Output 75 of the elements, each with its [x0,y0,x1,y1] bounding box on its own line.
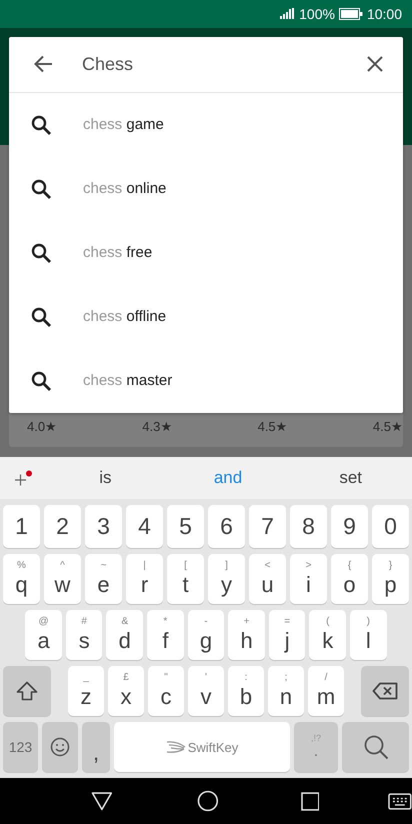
comma-key[interactable]: , [82,722,110,772]
key[interactable]: 8 [290,505,327,548]
key[interactable]: ' v [188,666,224,716]
suggestion-item[interactable]: chess online [9,156,403,221]
suggestion-item[interactable]: chess free [9,220,403,285]
close-icon[interactable] [367,56,383,72]
key[interactable]: " c [148,666,184,716]
battery-percent: 100% [299,6,335,22]
rating: 4.5★ [258,419,289,434]
key[interactable]: < u [249,554,286,604]
key[interactable]: } p [372,554,409,604]
shift-icon [16,681,38,702]
key[interactable]: ( k [309,610,346,660]
search-key[interactable] [342,722,409,772]
backspace-icon [372,682,398,700]
rating: 4.0★ [27,419,58,434]
key[interactable]: : b [228,666,264,716]
key[interactable]: > i [290,554,327,604]
keyboard-icon[interactable] [388,792,412,810]
key[interactable]: 0 [372,505,409,548]
backspace-key[interactable] [361,666,409,716]
search-field[interactable]: Chess [82,54,367,75]
key[interactable]: # s [66,610,102,660]
search-icon [31,242,51,263]
key[interactable]: 3 [85,505,122,548]
space-key[interactable]: SwiftKey [114,722,290,772]
home-icon[interactable] [196,790,218,812]
rating: 4.3★ [142,419,174,434]
suggestion-item[interactable]: chess offline [9,284,403,349]
key[interactable]: ; n [268,666,304,716]
key[interactable]: 4 [126,505,163,548]
key[interactable]: * f [147,610,184,660]
swiftkey-logo-icon [166,740,186,754]
key[interactable]: 2 [44,505,81,548]
search-icon [31,370,51,391]
key[interactable]: 5 [167,505,204,548]
key[interactable]: / m [308,666,344,716]
recents-icon[interactable] [300,792,320,811]
smiley-icon [50,737,70,758]
key[interactable]: £ x [108,666,144,716]
prediction[interactable]: set [289,468,412,488]
search-icon [31,306,51,327]
key[interactable]: - g [188,610,224,660]
emoji-key[interactable] [42,722,78,772]
key[interactable]: % q [3,554,40,604]
signal-icon [280,8,294,20]
rating: 4.5★ [372,419,403,434]
key[interactable]: 6 [208,505,245,548]
key[interactable]: _ z [68,666,104,716]
key[interactable]: ^ w [44,554,81,604]
back-icon[interactable] [91,791,113,812]
key[interactable]: @ a [25,610,62,660]
key[interactable]: | r [126,554,163,604]
suggestion-item[interactable]: chess master [9,348,403,413]
key[interactable]: 7 [249,505,286,548]
key[interactable]: + h [228,610,265,660]
key[interactable]: [ t [167,554,204,604]
search-icon [31,114,51,135]
key[interactable]: ] y [208,554,245,604]
suggestion-item[interactable]: chess game [9,92,403,157]
key[interactable]: { o [331,554,368,604]
add-icon[interactable] [14,470,34,486]
search-icon [31,178,51,199]
key[interactable]: 1 [3,505,40,548]
clock: 10:00 [366,6,402,22]
key[interactable]: & d [106,610,144,660]
key[interactable]: 9 [331,505,368,548]
key[interactable]: ) l [350,610,387,660]
key[interactable]: = j [268,610,306,660]
prediction[interactable]: is [44,468,167,488]
search-icon [362,734,388,760]
shift-key[interactable] [3,666,51,716]
battery-icon [338,8,363,20]
back-arrow-icon[interactable] [33,55,53,74]
key[interactable]: ~ e [85,554,122,604]
